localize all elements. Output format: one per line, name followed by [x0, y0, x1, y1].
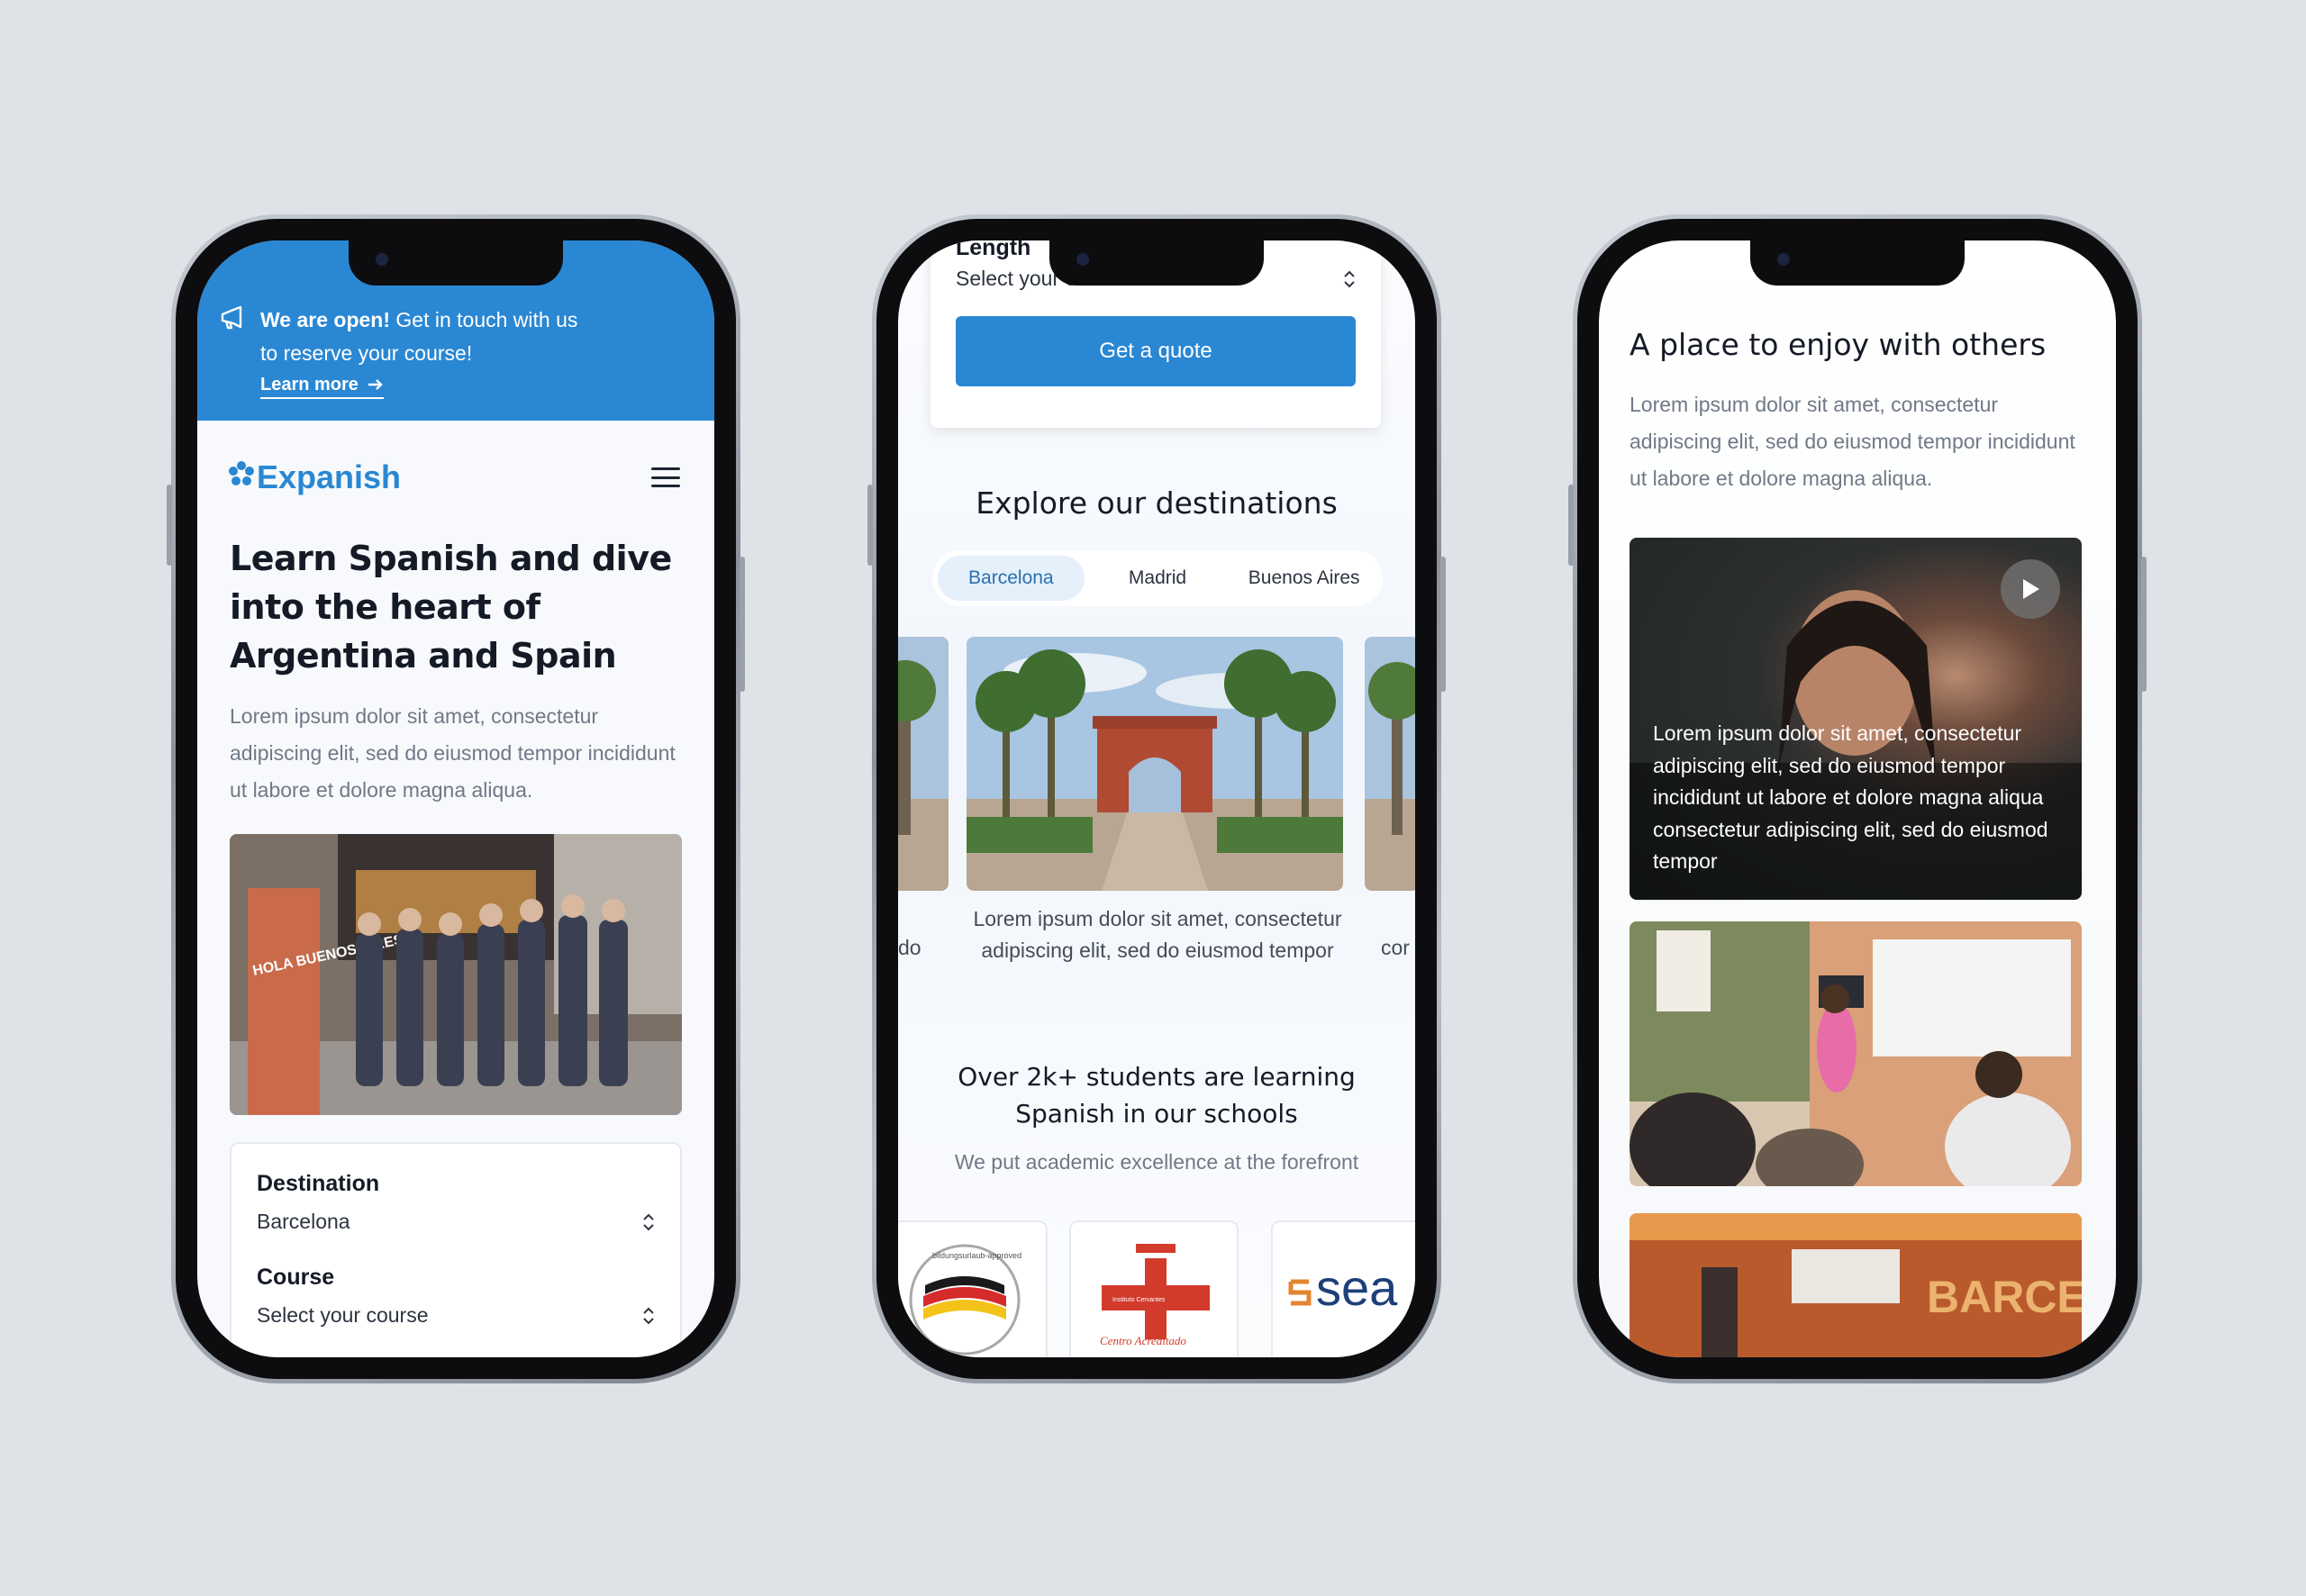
prev-caption-fragment: do [898, 936, 921, 959]
phone-screen: A place to enjoy with others Lorem ipsum… [1599, 240, 2116, 1357]
chevron-updown-icon [643, 1213, 654, 1230]
next-caption-fragment: cor [1381, 936, 1410, 959]
badge-instituto-cervantes: Instituto Cervantes Centro Acreditado [1069, 1220, 1239, 1357]
play-button[interactable] [2001, 559, 2060, 619]
destination-card-barcelona[interactable] [967, 637, 1343, 891]
course-label: Course [257, 1265, 335, 1290]
destination-card-next[interactable] [1365, 637, 1415, 891]
badge-sea: sea [1271, 1220, 1415, 1357]
phone-mockup-community: A place to enjoy with others Lorem ipsum… [1568, 214, 2147, 1383]
students-title: Over 2k+ students are learning Spanish i… [898, 1058, 1415, 1132]
video-caption: Lorem ipsum dolor sit amet, consectetur … [1653, 721, 2048, 873]
learn-more-label: Learn more [260, 375, 359, 394]
get-quote-button[interactable]: Get a quote [956, 316, 1356, 386]
course-select[interactable]: Select your course [257, 1303, 655, 1328]
chevron-updown-icon [643, 1307, 654, 1324]
badge2-small-text: Instituto Cervantes [1112, 1297, 1166, 1303]
hero-paragraph: Lorem ipsum dolor sit amet, consectetur … [230, 704, 676, 802]
destination-card-prev[interactable] [898, 637, 949, 891]
tab-buenos-aires[interactable]: Buenos Aires [1230, 556, 1377, 601]
phone-notch [349, 240, 563, 286]
destination-select[interactable]: Barcelona [257, 1210, 655, 1234]
students-title-line1: Over 2k+ students are learning [958, 1062, 1356, 1092]
cafe-photo: BARCELO [1630, 1213, 2082, 1357]
banner-bold: We are open! [260, 308, 390, 331]
logo-flower-icon [229, 461, 254, 485]
students-title-line2: Spanish in our schools [1015, 1099, 1298, 1129]
phone-screen: We are open! Get in touch with us to res… [197, 240, 714, 1357]
course-value: Select your course [257, 1303, 429, 1327]
banner-text: We are open! Get in touch with us to res… [260, 304, 682, 370]
logo[interactable]: Expanish [228, 458, 401, 496]
badge3-text: sea [1316, 1259, 1398, 1316]
section-title: A place to enjoy with others [1630, 327, 2047, 362]
testimonial-video-card[interactable]: Lorem ipsum dolor sit amet, consectetur … [1630, 538, 2082, 900]
phone-bezel: Length Select your course Get a quote Ex… [876, 219, 1437, 1379]
phone-notch [1750, 240, 1965, 286]
banner-line1: Get in touch with us [390, 308, 578, 331]
cafe-sign-text: BARCELO [1927, 1272, 2082, 1322]
students-subtitle: We put academic excellence at the forefr… [954, 1150, 1359, 1174]
tab-madrid[interactable]: Madrid [1085, 556, 1231, 601]
classroom-photo [1630, 921, 2082, 1186]
hero-photo-students: HOLA BUENOS AIRES [230, 834, 682, 1115]
megaphone-icon [221, 305, 242, 330]
section-paragraph: Lorem ipsum dolor sit amet, consectetur … [1630, 393, 2075, 490]
logo-text: Expanish [257, 458, 402, 495]
phone-mockup-destinations: Length Select your course Get a quote Ex… [867, 214, 1446, 1383]
hero-title: Learn Spanish and dive into the heart of… [230, 539, 672, 676]
classroom-illustration [1630, 921, 2082, 1186]
phone-bezel: A place to enjoy with others Lorem ipsum… [1577, 219, 2138, 1379]
course-form-card: Destination Barcelona Course Select your… [230, 1142, 682, 1357]
arc-de-triomf-illustration [967, 637, 1343, 891]
phone-bezel: We are open! Get in touch with us to res… [176, 219, 736, 1379]
destination-value: Barcelona [257, 1210, 350, 1233]
students-group-illustration: HOLA BUENOS AIRES [230, 834, 682, 1115]
phone-screen: Length Select your course Get a quote Ex… [898, 240, 1415, 1357]
badge2-text: Centro Acreditado [1100, 1334, 1186, 1347]
badge1-text: bildungsurlaub-approved [932, 1251, 1021, 1260]
badge-bildungsurlaub: bildungsurlaub-approved [898, 1220, 1048, 1357]
cafe-illustration: BARCELO [1630, 1213, 2082, 1357]
banner-line2: to reserve your course! [260, 341, 473, 365]
hamburger-icon[interactable] [651, 467, 680, 487]
chevron-updown-icon [1344, 270, 1355, 287]
learn-more-link[interactable]: Learn more [260, 372, 384, 399]
header: Expanish [197, 421, 714, 496]
phone-notch [1049, 240, 1264, 286]
arrow-right-icon [368, 379, 383, 390]
destination-label: Destination [257, 1171, 380, 1196]
destination-caption: Lorem ipsum dolor sit amet, consectetur … [973, 907, 1342, 962]
play-icon [2023, 579, 2039, 599]
destination-tabs: Barcelona Madrid Buenos Aires [932, 550, 1383, 606]
tab-barcelona[interactable]: Barcelona [938, 556, 1085, 601]
destinations-title: Explore our destinations [976, 485, 1338, 521]
phone-mockup-home: We are open! Get in touch with us to res… [167, 214, 745, 1383]
